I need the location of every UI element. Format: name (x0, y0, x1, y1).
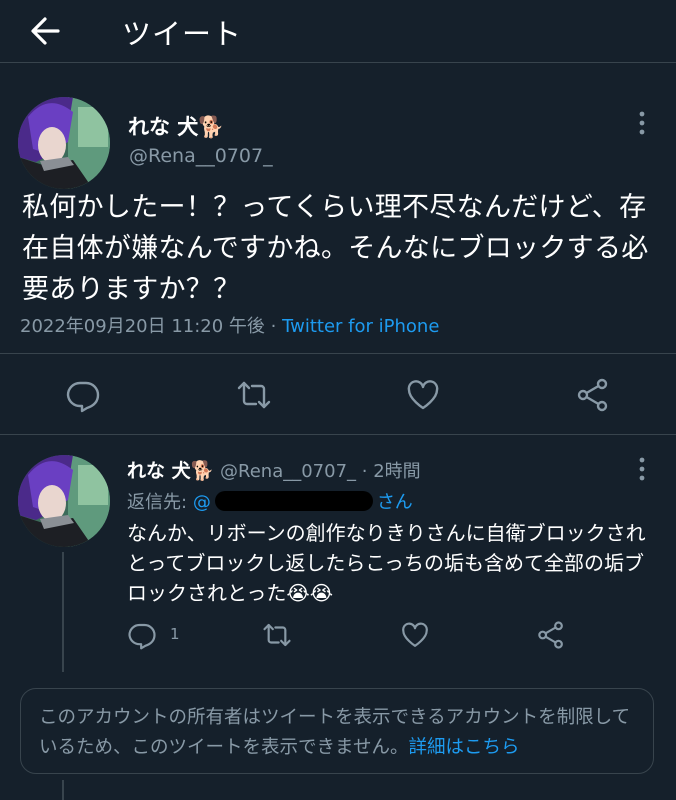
meta-separator: · (264, 316, 283, 337)
like-icon[interactable] (400, 620, 430, 650)
restricted-tweet-notice: このアカウントの所有者はツイートを表示できるアカウントを制限しているため、このツ… (20, 688, 654, 774)
user-handle[interactable]: @Rena__0707_ (129, 145, 273, 167)
display-name[interactable]: れな 犬🐕 (127, 460, 214, 482)
display-name[interactable]: れな 犬🐕 (128, 111, 224, 141)
more-vertical-icon[interactable] (630, 108, 654, 138)
mention-link[interactable]: @ さん (192, 491, 413, 513)
like-icon[interactable] (405, 377, 441, 413)
thread-line (62, 552, 64, 672)
retweet-icon[interactable] (236, 377, 272, 413)
tweet-text: 私何かしたー！？ってくらい理不尽なんだけど、存在自体が嫌なんですかね。そんなにブ… (22, 192, 649, 305)
replying-to: 返信先: @ さん (127, 488, 413, 514)
more-vertical-icon[interactable] (630, 454, 654, 484)
reply-icon[interactable] (65, 377, 101, 413)
reply-count: 1 (170, 625, 180, 643)
retweet-icon[interactable] (262, 620, 292, 650)
avatar[interactable] (18, 97, 110, 189)
divider (0, 353, 676, 354)
tweet-meta: 2022年09月20日 11:20 午後 · Twitter for iPhon… (20, 312, 439, 338)
divider (0, 434, 676, 435)
tweet-text: なんか、リボーンの創作なりきりさんに自衛ブロックされとってブロックし返したらこっ… (127, 521, 646, 605)
reply-header: れな 犬🐕 @Rena__0707_ · 2時間 (127, 456, 421, 483)
redaction-mark (214, 491, 373, 511)
replying-to-label: 返信先: (127, 492, 188, 513)
avatar[interactable] (18, 455, 110, 547)
back-arrow-icon[interactable] (24, 10, 66, 52)
thread-line (62, 780, 64, 800)
share-icon[interactable] (575, 377, 611, 413)
page-title: ツイート (122, 17, 243, 51)
user-handle[interactable]: @Rena__0707_ (220, 461, 356, 482)
mention-suffix: さん (376, 492, 413, 513)
reply-icon[interactable] (127, 620, 157, 650)
learn-more-link[interactable]: 詳細はこちら (408, 737, 519, 758)
top-bar: ツイート (0, 0, 676, 63)
tweet-timestamp[interactable]: 2022年09月20日 11:20 午後 (20, 316, 265, 337)
tweet-time[interactable]: 2時間 (373, 461, 420, 482)
notice-text: このアカウントの所有者はツイートを表示できるアカウントを制限しているため、このツ… (39, 707, 631, 758)
mention-prefix: @ (192, 492, 211, 513)
meta-separator: · (356, 461, 374, 482)
share-icon[interactable] (536, 620, 566, 650)
tweet-source-link[interactable]: Twitter for iPhone (282, 316, 439, 337)
